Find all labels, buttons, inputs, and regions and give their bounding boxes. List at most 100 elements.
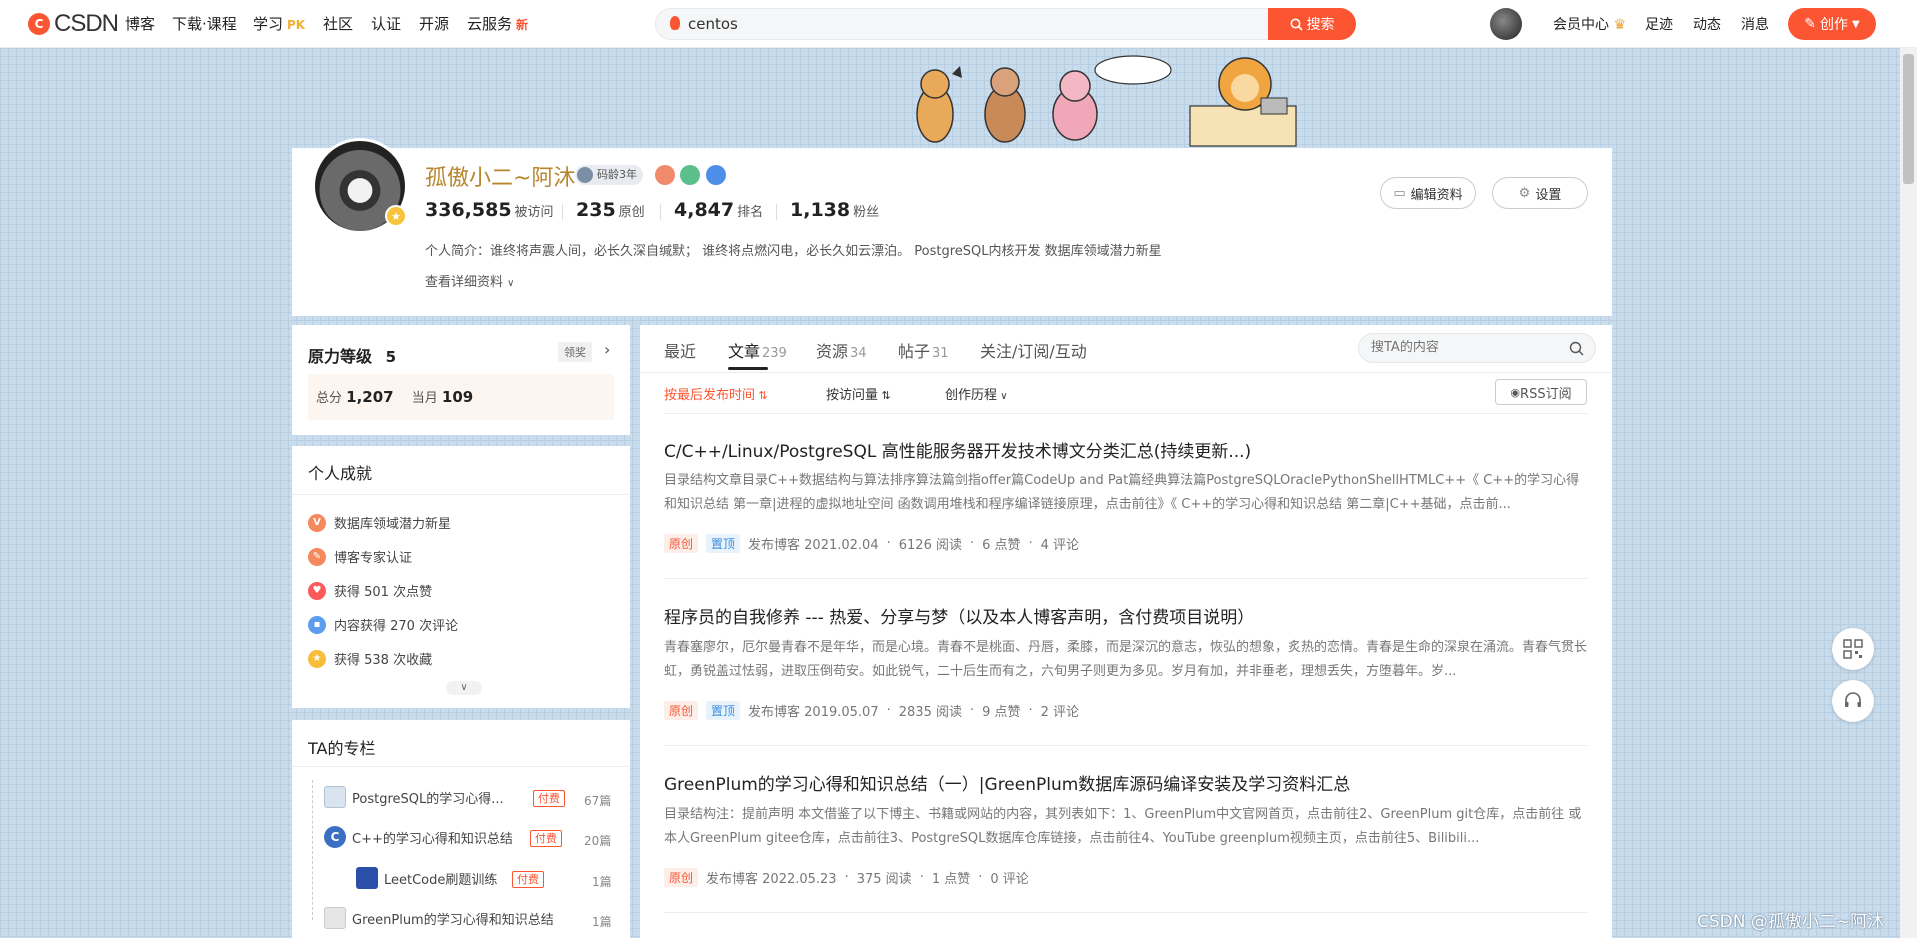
expert-badge-icon xyxy=(655,165,675,185)
achievement-item: ✎ 博客专家认证 xyxy=(308,547,412,566)
nav-community[interactable]: 社区 xyxy=(323,13,353,34)
content-search xyxy=(1358,333,1596,363)
sort-icon: ⇅ xyxy=(755,389,768,402)
columns-title: TA的专栏 xyxy=(308,739,376,758)
nav-messages[interactable]: 消息 xyxy=(1741,14,1769,34)
stat-original: 235 原创 xyxy=(576,199,645,221)
achievement-item: ♥ 获得 501 次点赞 xyxy=(308,581,432,600)
verified-badge-icon xyxy=(706,165,726,185)
headset-icon xyxy=(1845,692,1861,707)
tree-line xyxy=(312,780,313,920)
customer-service-button[interactable] xyxy=(1832,680,1874,722)
rss-icon: ◉ xyxy=(1510,385,1521,399)
article-meta: 原创 置顶 发布博客 2021.02.04 · 6126 阅读 · 6 点赞 · 4 评论 xyxy=(664,534,1079,553)
stat-visits: 336,585 被访问 xyxy=(425,199,554,221)
article-summary[interactable]: 目录结构文章目录C++数据结构与算法排序算法篇剑指offer篇CodeUp an… xyxy=(664,469,1588,517)
hot-flame-icon xyxy=(670,16,680,30)
nav-footprint[interactable]: 足迹 xyxy=(1645,14,1673,34)
nav-learn[interactable]: 学习 PK xyxy=(253,13,305,34)
edit-profile-button[interactable]: ▭ 编辑资料 xyxy=(1380,177,1476,209)
search-icon[interactable] xyxy=(1569,341,1584,356)
column-item[interactable]: PostgreSQL的学习心得... xyxy=(324,786,504,808)
paid-tag: 付费 xyxy=(533,790,565,807)
expand-more-icon[interactable]: ∨ xyxy=(446,681,482,695)
paid-tag: 付费 xyxy=(530,830,562,847)
nav-open-source[interactable]: 开源 xyxy=(419,13,449,34)
csdn-watermark: CSDN @孤傲小二~阿沐 xyxy=(1697,912,1885,932)
cpp-logo-icon: C xyxy=(324,826,346,848)
divider xyxy=(664,745,1588,746)
comment-icon: ▪ xyxy=(308,615,326,634)
sort-by-time[interactable]: 按最后发布时间 ⇅ xyxy=(664,384,768,403)
column-item[interactable]: GreenPlum的学习心得和知识总结 xyxy=(324,907,554,929)
crown-icon: ♛ xyxy=(1613,17,1627,33)
article-title[interactable]: GreenPlum的学习心得和知识总结（一）|GreenPlum数据库源码编译安… xyxy=(664,770,1350,795)
article-summary[interactable]: 目录结构注：提前声明 本文借鉴了以下博主、书籍或网站的内容，其列表如下：1、Gr… xyxy=(664,803,1588,851)
achievement-item: ▪ 内容获得 270 次评论 xyxy=(308,615,458,634)
column-count: 20篇 xyxy=(584,834,612,848)
sort-by-visits[interactable]: 按访问量 ⇅ xyxy=(826,384,891,403)
chevron-right-icon[interactable]: › xyxy=(604,340,610,359)
settings-button[interactable]: ⚙ 设置 xyxy=(1492,177,1588,209)
stat-followers: 1,138 粉丝 xyxy=(790,199,880,221)
code-age-badge: 码龄3年 xyxy=(575,165,643,185)
vertical-scrollbar[interactable] xyxy=(1900,48,1917,938)
user-avatar[interactable] xyxy=(1490,8,1522,40)
divider xyxy=(640,372,1612,373)
nav-download-course[interactable]: 下载·课程 xyxy=(172,13,237,34)
qr-code-icon xyxy=(1843,639,1863,659)
pen-icon: ✎ xyxy=(1804,16,1817,32)
nav-blog[interactable]: 博客 xyxy=(125,13,155,34)
create-button[interactable]: ✎ 创作 ▼ xyxy=(1788,8,1876,40)
scrollbar-thumb[interactable] xyxy=(1903,54,1914,184)
achievements-card xyxy=(292,446,630,708)
nav-activity[interactable]: 动态 xyxy=(1693,14,1721,34)
chevron-down-icon: ∨ xyxy=(997,391,1008,402)
profile-bio: 个人简介：谁终将声震人间，必长久深自缄默； 谁终将点燃闪电，必长久如云漂泊。 P… xyxy=(425,244,1162,259)
content-search-input[interactable] xyxy=(1371,340,1551,355)
nav-certification[interactable]: 认证 xyxy=(371,13,401,34)
article-title[interactable]: 程序员的自我修养 --- 热爱、分享与梦（以及本人博客声明，含付费项目说明） xyxy=(664,603,1254,628)
creation-history-dropdown[interactable]: 创作历程 ∨ xyxy=(945,384,1008,403)
original-tag: 原创 xyxy=(664,701,699,720)
view-details-link[interactable]: 查看详细资料 ∨ xyxy=(425,271,514,290)
tab-recent[interactable]: 最近 xyxy=(664,338,696,362)
collect-star-icon: ★ xyxy=(308,649,326,668)
profile-username: 孤傲小二~阿沐 xyxy=(425,166,576,191)
rss-subscribe-button[interactable]: ◉ RSS订阅 xyxy=(1495,379,1587,405)
stat-divider xyxy=(660,204,661,220)
article-meta: 原创 发布博客 2022.05.23 · 375 阅读 · 1 点赞 · 0 评论 xyxy=(664,868,1029,887)
nav-cloud-service[interactable]: 云服务新 xyxy=(467,13,528,34)
pinned-tag: 置顶 xyxy=(706,701,741,720)
like-icon: ♥ xyxy=(308,581,326,600)
original-tag: 原创 xyxy=(664,534,699,553)
search-input[interactable] xyxy=(688,13,1288,35)
star-badge-icon xyxy=(680,165,700,185)
tab-articles[interactable]: 文章 239 xyxy=(728,338,787,362)
nav-member-center[interactable]: 会员中心 ♛ xyxy=(1553,14,1626,34)
top-navbar: C CSDN 博客 下载·课程 学习PK 社区 认证 开源 云服务新 搜索 会员… xyxy=(0,0,1917,48)
search-button[interactable]: 搜索 xyxy=(1268,8,1356,40)
column-item[interactable]: C C++的学习心得和知识总结 xyxy=(324,826,513,848)
chevron-down-icon: ∨ xyxy=(507,278,515,289)
level-score: 总分 1,207 当月 109 xyxy=(316,388,474,406)
sort-icon: ⇅ xyxy=(878,389,891,402)
article-meta: 原创 置顶 发布博客 2019.05.07 · 2835 阅读 · 9 点赞 · 2 评论 xyxy=(664,701,1079,720)
profile-avatar[interactable]: ★ xyxy=(312,138,408,234)
qr-code-button[interactable] xyxy=(1832,628,1874,670)
tab-resources[interactable]: 资源 34 xyxy=(816,338,867,362)
csdn-logo[interactable]: C CSDN xyxy=(28,10,119,38)
divider xyxy=(292,494,630,495)
tab-follow-subscribe[interactable]: 关注/订阅/互动 xyxy=(980,338,1087,362)
divider xyxy=(664,912,1588,913)
expert-icon: ✎ xyxy=(308,547,326,566)
claim-reward-button[interactable]: 领奖 xyxy=(558,342,592,362)
column-item[interactable]: LeetCode刷题训练 xyxy=(356,867,497,889)
tab-posts[interactable]: 帖子 31 xyxy=(898,338,949,362)
article-summary[interactable]: 青春塞廖尔，厄尔曼青春不是年华，而是心境。青春不是桃面、丹唇，柔膝，而是深沉的意… xyxy=(664,636,1588,684)
search-bar xyxy=(655,8,1355,40)
leetcode-thumb-icon xyxy=(356,867,378,889)
column-count: 1篇 xyxy=(592,915,612,929)
article-title[interactable]: C/C++/Linux/PostgreSQL 高性能服务器开发技术博文分类汇总(… xyxy=(664,437,1251,462)
paid-tag: 付费 xyxy=(512,871,544,888)
